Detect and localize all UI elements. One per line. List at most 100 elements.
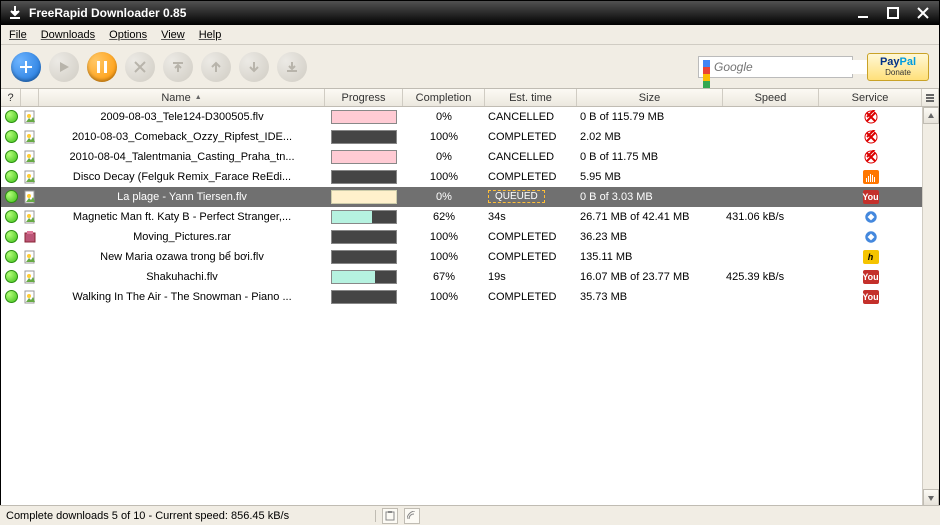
file-name: 2010-08-03_Comeback_Ozzy_Ripfest_IDE... bbox=[39, 131, 325, 143]
table-row[interactable]: Moving_Pictures.rar100%COMPLETED36.23 MB bbox=[1, 227, 939, 247]
header-service[interactable]: Service bbox=[819, 89, 922, 106]
paypal-logo: PayPal bbox=[880, 56, 916, 68]
table-row[interactable]: 2009-08-03_Tele124-D300505.flv0%CANCELLE… bbox=[1, 107, 939, 127]
status-bar: Complete downloads 5 of 10 - Current spe… bbox=[0, 505, 940, 525]
pause-button[interactable] bbox=[87, 52, 117, 82]
menu-downloads[interactable]: Downloads bbox=[41, 29, 95, 41]
minimize-button[interactable] bbox=[853, 5, 873, 21]
progress-bar bbox=[331, 110, 397, 124]
size-value: 2.02 MB bbox=[577, 131, 723, 143]
file-type-icon bbox=[23, 270, 37, 284]
est-time-value: QUEUED bbox=[488, 190, 545, 203]
completion-value: 100% bbox=[403, 171, 485, 183]
top-button[interactable] bbox=[163, 52, 193, 82]
file-name: Moving_Pictures.rar bbox=[39, 231, 325, 243]
bottom-button[interactable] bbox=[277, 52, 307, 82]
est-time-value: 19s bbox=[488, 271, 506, 283]
file-name: La plage - Yann Tiersen.flv bbox=[39, 191, 325, 203]
est-time-value: COMPLETED bbox=[488, 171, 556, 183]
header-icon[interactable] bbox=[21, 89, 39, 106]
search-box[interactable] bbox=[698, 56, 853, 78]
completion-value: 0% bbox=[403, 151, 485, 163]
header-name[interactable]: Name▲ bbox=[39, 89, 325, 106]
est-time-value: COMPLETED bbox=[488, 291, 556, 303]
est-time-value: COMPLETED bbox=[488, 131, 556, 143]
close-button[interactable] bbox=[913, 5, 933, 21]
menu-file[interactable]: File bbox=[9, 29, 27, 41]
scroll-up-button[interactable] bbox=[923, 107, 939, 124]
table-row[interactable]: 2010-08-03_Comeback_Ozzy_Ripfest_IDE... 1… bbox=[1, 127, 939, 147]
megaupload-icon bbox=[863, 110, 879, 124]
up-button[interactable] bbox=[201, 52, 231, 82]
file-type-icon bbox=[23, 250, 37, 264]
vertical-scrollbar[interactable] bbox=[922, 107, 939, 506]
progress-bar bbox=[331, 230, 397, 244]
table-row[interactable]: Magnetic Man ft. Katy B - Perfect Strang… bbox=[1, 207, 939, 227]
header-completion[interactable]: Completion bbox=[403, 89, 485, 106]
file-type-icon bbox=[23, 290, 37, 304]
search-input[interactable] bbox=[714, 60, 871, 74]
status-dot-icon bbox=[5, 210, 18, 223]
down-button[interactable] bbox=[239, 52, 269, 82]
status-dot-icon bbox=[5, 130, 18, 143]
file-name: Magnetic Man ft. Katy B - Perfect Strang… bbox=[39, 211, 325, 223]
completion-value: 100% bbox=[403, 291, 485, 303]
header-config-icon[interactable] bbox=[922, 89, 939, 106]
progress-bar bbox=[331, 150, 397, 164]
completion-value: 100% bbox=[403, 131, 485, 143]
header-est-time[interactable]: Est. time bbox=[485, 89, 577, 106]
status-dot-icon bbox=[5, 110, 18, 123]
megaupload-icon bbox=[863, 130, 879, 144]
paypal-donate-button[interactable]: PayPal Donate bbox=[867, 53, 929, 81]
size-value: 35.73 MB bbox=[577, 291, 723, 303]
header-speed[interactable]: Speed bbox=[723, 89, 819, 106]
progress-bar bbox=[331, 250, 397, 264]
google-icon bbox=[703, 60, 710, 74]
file-type-icon bbox=[23, 170, 37, 184]
table-row[interactable]: 2010-08-04_Talentmania_Casting_Praha_tn.… bbox=[1, 147, 939, 167]
table-row[interactable]: Shakuhachi.flv67%19s16.07 MB of 23.77 MB… bbox=[1, 267, 939, 287]
play-button[interactable] bbox=[49, 52, 79, 82]
megaupload-icon bbox=[863, 150, 879, 164]
table-row[interactable]: Walking In The Air - The Snowman - Piano… bbox=[1, 287, 939, 307]
sort-asc-icon: ▲ bbox=[195, 94, 202, 101]
status-text: Complete downloads 5 of 10 - Current spe… bbox=[6, 510, 376, 522]
menu-view[interactable]: View bbox=[161, 29, 185, 41]
status-dot-icon bbox=[5, 150, 18, 163]
est-time-value: COMPLETED bbox=[488, 231, 556, 243]
file-type-icon bbox=[23, 110, 37, 124]
file-name: 2010-08-04_Talentmania_Casting_Praha_tn.… bbox=[39, 151, 325, 163]
download-list[interactable]: 2009-08-03_Tele124-D300505.flv0%CANCELLE… bbox=[1, 107, 939, 506]
file-name: Walking In The Air - The Snowman - Piano… bbox=[39, 291, 325, 303]
clipboard-monitor-icon[interactable] bbox=[382, 508, 398, 524]
file-name: New Maria ozawa trong bể bơi.flv bbox=[39, 251, 325, 263]
status-dot-icon bbox=[5, 230, 18, 243]
toolbar: PayPal Donate bbox=[1, 45, 939, 89]
completion-value: 100% bbox=[403, 231, 485, 243]
window-controls bbox=[853, 5, 933, 21]
header-size[interactable]: Size bbox=[577, 89, 723, 106]
header-progress[interactable]: Progress bbox=[325, 89, 403, 106]
progress-bar bbox=[331, 270, 397, 284]
header-status[interactable]: ? bbox=[1, 89, 21, 106]
file-name: Shakuhachi.flv bbox=[39, 271, 325, 283]
scroll-down-button[interactable] bbox=[923, 489, 939, 506]
soundcloud-icon bbox=[863, 170, 879, 184]
status-dot-icon bbox=[5, 170, 18, 183]
table-row[interactable]: New Maria ozawa trong bể bơi.flv100%COMP… bbox=[1, 247, 939, 267]
table-row[interactable]: Disco Decay (Felguk Remix_Farace ReEdi..… bbox=[1, 167, 939, 187]
cancel-button[interactable] bbox=[125, 52, 155, 82]
table-row[interactable]: La plage - Yann Tiersen.flv0%QUEUED0 B o… bbox=[1, 187, 939, 207]
menu-bar: File Downloads Options View Help bbox=[1, 25, 939, 45]
completion-value: 100% bbox=[403, 251, 485, 263]
menu-help[interactable]: Help bbox=[199, 29, 222, 41]
menu-options[interactable]: Options bbox=[109, 29, 147, 41]
progress-bar bbox=[331, 290, 397, 304]
status-dot-icon bbox=[5, 270, 18, 283]
progress-bar bbox=[331, 210, 397, 224]
maximize-button[interactable] bbox=[883, 5, 903, 21]
file-type-icon bbox=[23, 150, 37, 164]
add-download-button[interactable] bbox=[11, 52, 41, 82]
youtube-icon: You bbox=[863, 190, 879, 204]
connection-icon[interactable] bbox=[404, 508, 420, 524]
